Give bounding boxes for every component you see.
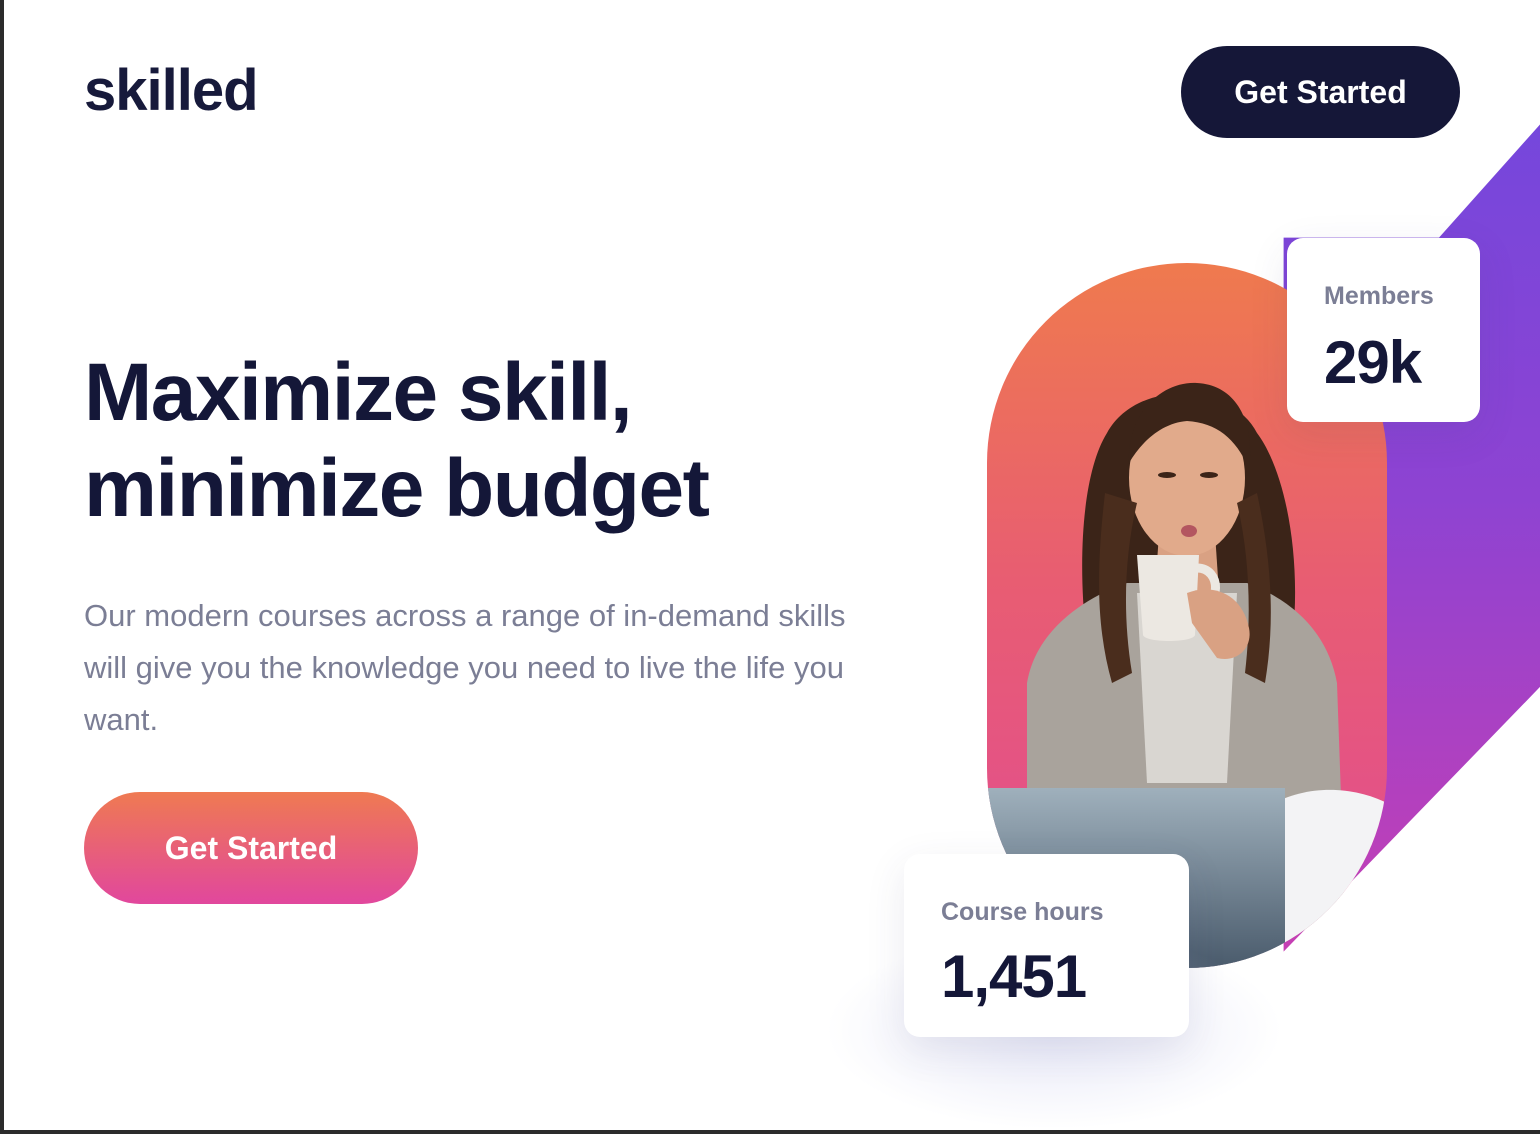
headline-line-1: Maximize skill,: [84, 347, 633, 438]
members-value: 29k: [1324, 329, 1422, 396]
course-hours-stat-card: Course hours 1,451: [904, 854, 1189, 1037]
course-hours-label: Course hours: [941, 898, 1104, 926]
course-hours-value: 1,451: [941, 943, 1087, 1010]
hero-subtext: Our modern courses across a range of in-…: [84, 598, 846, 737]
members-label: Members: [1324, 282, 1434, 310]
landing-page: skilled Get Started Maximize skill, mini…: [4, 0, 1540, 1130]
hero-headline: Maximize skill, minimize budget: [84, 345, 844, 537]
header-get-started-button[interactable]: Get Started: [1181, 46, 1460, 138]
headline-line-2: minimize budget: [84, 443, 710, 534]
logo[interactable]: skilled: [84, 62, 259, 120]
members-stat-card: Members 29k: [1287, 238, 1480, 422]
hero-get-started-button[interactable]: Get Started: [84, 792, 418, 904]
